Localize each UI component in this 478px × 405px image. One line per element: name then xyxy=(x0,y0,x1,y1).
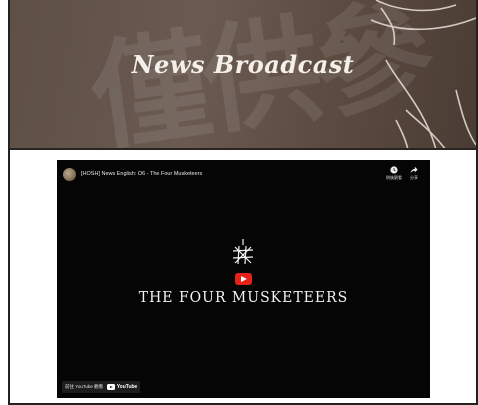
channel-avatar[interactable] xyxy=(63,167,76,181)
video-header: [HOSH] News English: O6 - The Four Muske… xyxy=(63,166,202,182)
watch-on-youtube-button[interactable]: 前往 YouTube 觀看 YouTube xyxy=(62,381,141,393)
share-icon xyxy=(410,166,418,174)
video-actions: 稍後觀看 分享 xyxy=(386,166,418,181)
play-button[interactable] xyxy=(235,273,252,285)
share-button[interactable]: 分享 xyxy=(410,166,418,181)
video-main-title: THE FOUR MUSKETEERS xyxy=(138,289,349,307)
youtube-embed-player[interactable]: [HOSH] News English: O6 - The Four Muske… xyxy=(57,160,430,398)
watch-later-button[interactable]: 稍後觀看 xyxy=(386,166,402,181)
share-label: 分享 xyxy=(410,175,418,180)
hashtag-logo-icon xyxy=(232,239,254,265)
watch-on-label: 前往 YouTube 觀看 xyxy=(65,384,104,389)
clock-icon xyxy=(390,166,398,174)
video-title-link[interactable]: [HOSH] News English: O6 - The Four Muske… xyxy=(81,171,202,177)
header-banner: 僅供參 News Broadcast xyxy=(10,0,476,150)
youtube-logo: YouTube xyxy=(107,384,137,390)
page-title: News Broadcast xyxy=(131,50,355,79)
watch-later-label: 稍後觀看 xyxy=(386,175,402,180)
youtube-wordmark: YouTube xyxy=(116,384,138,390)
page-frame: 僅供參 News Broadcast [HOSH] News English: … xyxy=(8,0,478,405)
youtube-icon xyxy=(107,384,116,390)
